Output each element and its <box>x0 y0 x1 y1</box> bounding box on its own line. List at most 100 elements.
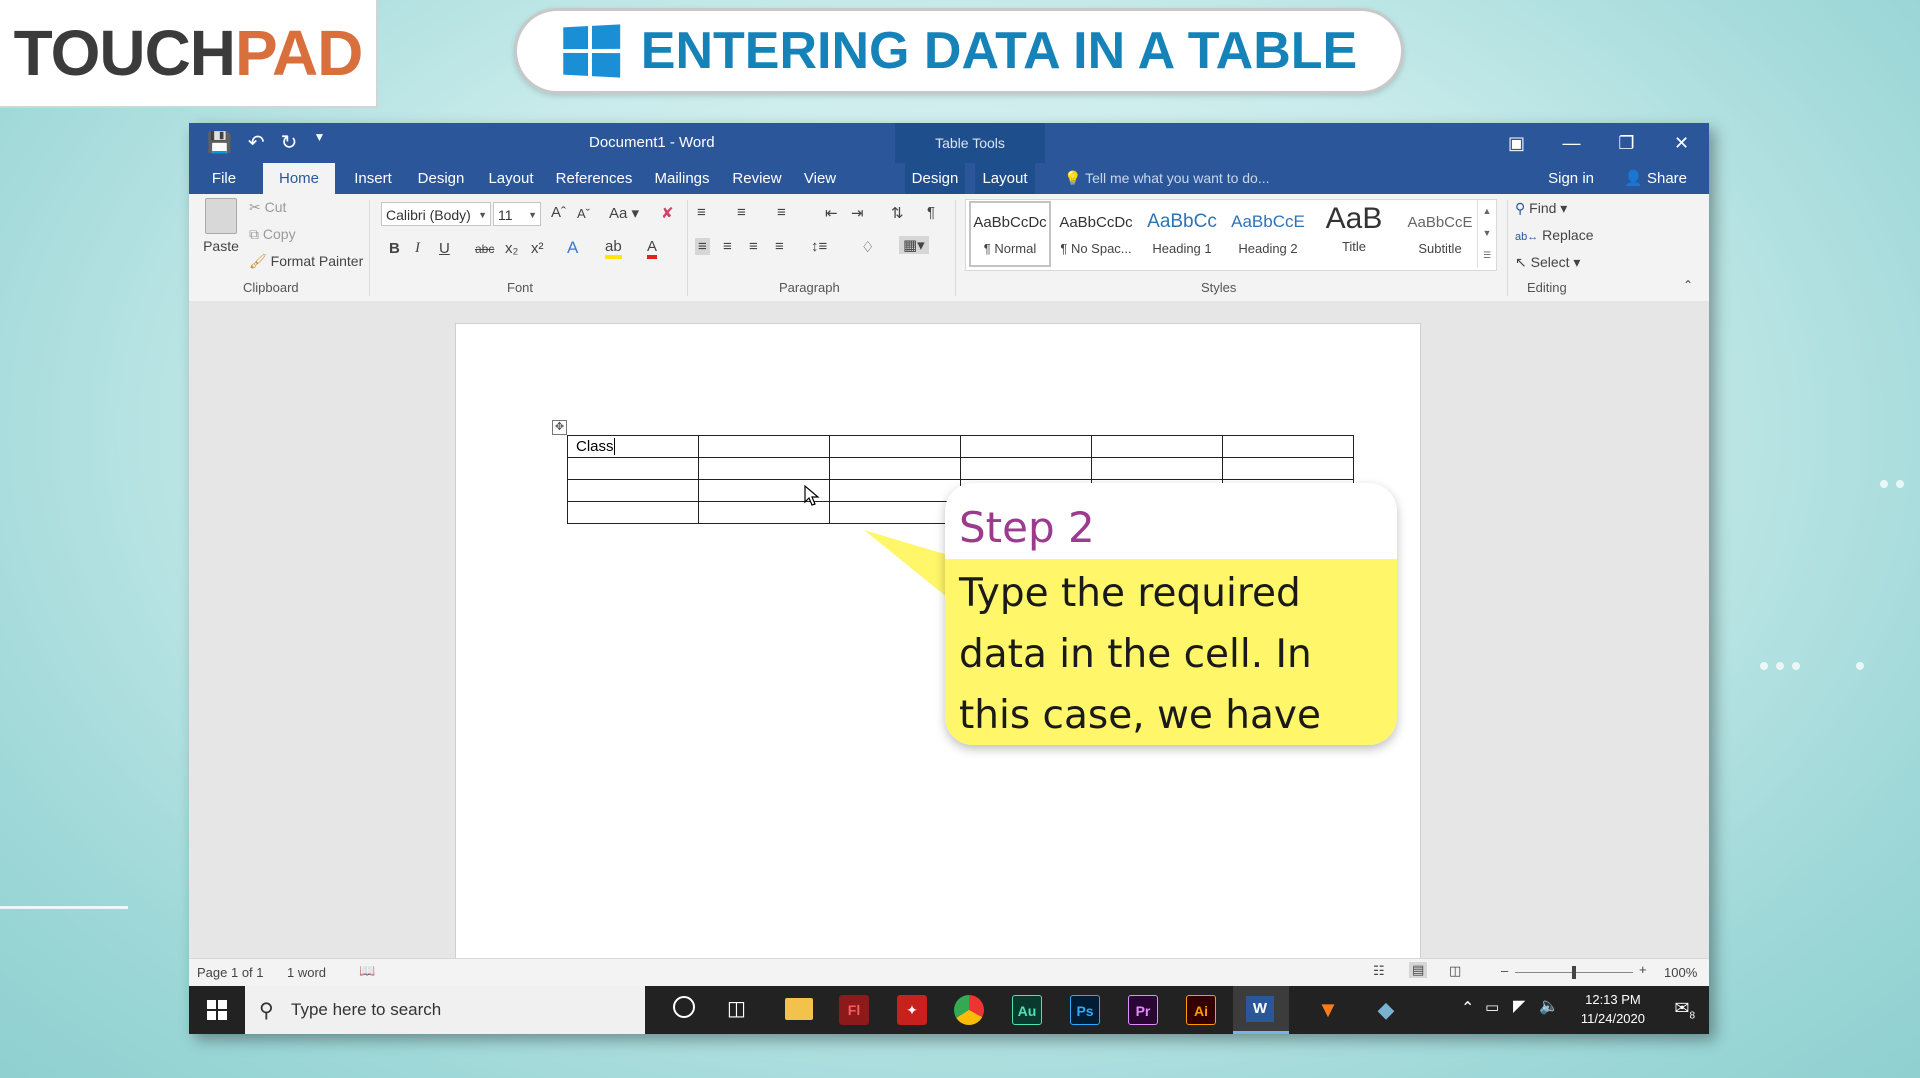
table-cell[interactable] <box>829 435 961 458</box>
italic-icon[interactable]: I <box>415 240 420 257</box>
table-cell[interactable] <box>567 501 699 524</box>
table-cell[interactable] <box>960 457 1092 480</box>
print-layout-icon[interactable]: ▤ <box>1409 962 1428 978</box>
replace-button[interactable]: ab↔ Replace <box>1515 227 1594 243</box>
tab-table-design[interactable]: Design <box>905 163 965 194</box>
paste-button[interactable]: Paste <box>201 198 241 254</box>
taskbar-clock[interactable]: 12:13 PM 11/24/2020 <box>1581 990 1645 1028</box>
clear-formatting-icon[interactable]: ✘ <box>661 204 674 222</box>
photoshop-icon[interactable]: Ps <box>1070 995 1100 1025</box>
table-cell[interactable] <box>567 457 699 480</box>
cut-button[interactable]: ✂ Cut <box>249 199 286 216</box>
cortana-icon[interactable] <box>673 996 695 1018</box>
chrome-icon[interactable] <box>954 995 984 1025</box>
tab-layout[interactable]: Layout <box>481 163 541 194</box>
customize-qat-icon[interactable]: ▼ <box>313 130 325 155</box>
table-move-handle-icon[interactable]: ✥ <box>552 420 567 435</box>
sign-in-link[interactable]: Sign in <box>1548 163 1594 194</box>
save-icon[interactable]: 💾 <box>207 130 232 155</box>
font-color-icon[interactable]: A <box>647 238 658 259</box>
highlight-icon[interactable]: ab <box>605 238 622 259</box>
collapse-ribbon-icon[interactable]: ⌃ <box>1683 278 1693 292</box>
style-heading-2[interactable]: AaBbCcE Heading 2 <box>1226 200 1310 268</box>
line-spacing-icon[interactable]: ↕≡ <box>811 238 827 255</box>
bullets-icon[interactable]: ≡ <box>697 204 706 221</box>
table-cell[interactable] <box>1091 457 1223 480</box>
decrease-indent-icon[interactable]: ⇤ <box>825 204 838 222</box>
restore-icon[interactable]: ❐ <box>1599 123 1654 163</box>
app-icon[interactable]: ▼ <box>1313 995 1343 1025</box>
table-cell[interactable] <box>829 501 961 524</box>
align-right-icon[interactable]: ≡ <box>749 238 758 255</box>
find-button[interactable]: ⚲ Find ▾ <box>1515 200 1567 217</box>
subscript-icon[interactable]: x₂ <box>505 240 518 257</box>
web-layout-icon[interactable]: ◫ <box>1449 963 1461 979</box>
select-button[interactable]: ↖ Select ▾ <box>1515 254 1580 271</box>
proofing-icon[interactable]: 📖 <box>359 963 375 979</box>
start-button[interactable] <box>189 986 245 1034</box>
tell-me-box[interactable]: 💡 Tell me what you want to do... <box>1064 163 1270 194</box>
undo-icon[interactable]: ↶ <box>248 130 265 155</box>
word-app-active[interactable]: W <box>1233 986 1289 1034</box>
premiere-icon[interactable]: Pr <box>1128 995 1158 1025</box>
underline-icon[interactable]: U <box>439 240 450 257</box>
format-painter-button[interactable]: 🖌 Format Painter <box>249 253 363 270</box>
zoom-level[interactable]: 100% <box>1664 965 1697 980</box>
zoom-out-icon[interactable]: – <box>1501 963 1508 978</box>
ribbon-display-icon[interactable]: ▣ <box>1489 123 1544 163</box>
font-size-select[interactable]: 11 ▼ <box>493 202 541 226</box>
tab-view[interactable]: View <box>795 163 845 194</box>
increase-indent-icon[interactable]: ⇥ <box>851 204 864 222</box>
align-center-icon[interactable]: ≡ <box>723 238 732 255</box>
tab-file[interactable]: File <box>201 163 247 194</box>
show-hidden-icons[interactable]: ⌃ <box>1461 998 1474 1018</box>
table-cell[interactable] <box>1091 435 1223 458</box>
share-button[interactable]: 👤 Share <box>1624 163 1687 194</box>
style-no-spacing[interactable]: AaBbCcDc ¶ No Spac... <box>1054 200 1138 268</box>
close-icon[interactable]: ✕ <box>1654 123 1709 163</box>
table-cell[interactable] <box>1222 457 1354 480</box>
show-formatting-icon[interactable]: ¶ <box>927 204 935 221</box>
taskbar-search[interactable]: ⚲ Type here to search <box>245 986 645 1034</box>
table-cell[interactable] <box>829 479 961 502</box>
file-explorer-icon[interactable] <box>785 998 813 1020</box>
shrink-font-icon[interactable]: Aˇ <box>577 206 590 221</box>
tab-references[interactable]: References <box>551 163 637 194</box>
page-count[interactable]: Page 1 of 1 <box>197 965 264 980</box>
redo-icon[interactable]: ↻ <box>281 130 298 155</box>
styles-scroll[interactable]: ▲ ▼ ☰ <box>1477 200 1496 268</box>
battery-icon[interactable]: ▭ <box>1485 998 1499 1016</box>
table-cell[interactable] <box>960 435 1092 458</box>
tab-table-layout[interactable]: Layout <box>975 163 1035 194</box>
minimize-icon[interactable]: — <box>1544 123 1599 163</box>
flash-icon[interactable]: Fl <box>839 995 869 1025</box>
table-cell[interactable] <box>698 435 830 458</box>
volume-icon[interactable]: 🔈 <box>1539 996 1559 1016</box>
read-mode-icon[interactable]: ☷ <box>1373 963 1385 979</box>
zoom-slider-thumb[interactable] <box>1572 966 1576 979</box>
style-subtitle[interactable]: AaBbCcE Subtitle <box>1398 200 1482 268</box>
copy-button[interactable]: ⧉ Copy <box>249 226 296 243</box>
tab-insert[interactable]: Insert <box>343 163 403 194</box>
tab-design[interactable]: Design <box>409 163 473 194</box>
style-heading-1[interactable]: AaBbCc Heading 1 <box>1140 200 1224 268</box>
multilevel-list-icon[interactable]: ≡ <box>777 204 786 221</box>
text-effects-icon[interactable]: A <box>567 238 578 258</box>
acrobat-icon[interactable]: ✦ <box>897 995 927 1025</box>
table-cell[interactable]: Class <box>567 435 699 458</box>
table-cell[interactable] <box>698 457 830 480</box>
table-cell[interactable] <box>567 479 699 502</box>
tab-home[interactable]: Home <box>263 163 335 194</box>
superscript-icon[interactable]: x² <box>531 240 544 257</box>
illustrator-icon[interactable]: Ai <box>1186 995 1216 1025</box>
align-left-icon[interactable]: ≡ <box>695 238 710 255</box>
notifications-icon[interactable]: ✉8 <box>1674 998 1695 1022</box>
table-cell[interactable] <box>829 457 961 480</box>
sort-icon[interactable]: ⇅ <box>891 204 904 222</box>
strikethrough-icon[interactable]: abc <box>475 242 494 256</box>
table-cell[interactable] <box>1222 435 1354 458</box>
style-normal[interactable]: AaBbCcDc ¶ Normal <box>968 200 1052 268</box>
tab-mailings[interactable]: Mailings <box>647 163 717 194</box>
tab-review[interactable]: Review <box>727 163 787 194</box>
wifi-icon[interactable]: ◤ <box>1513 996 1525 1016</box>
